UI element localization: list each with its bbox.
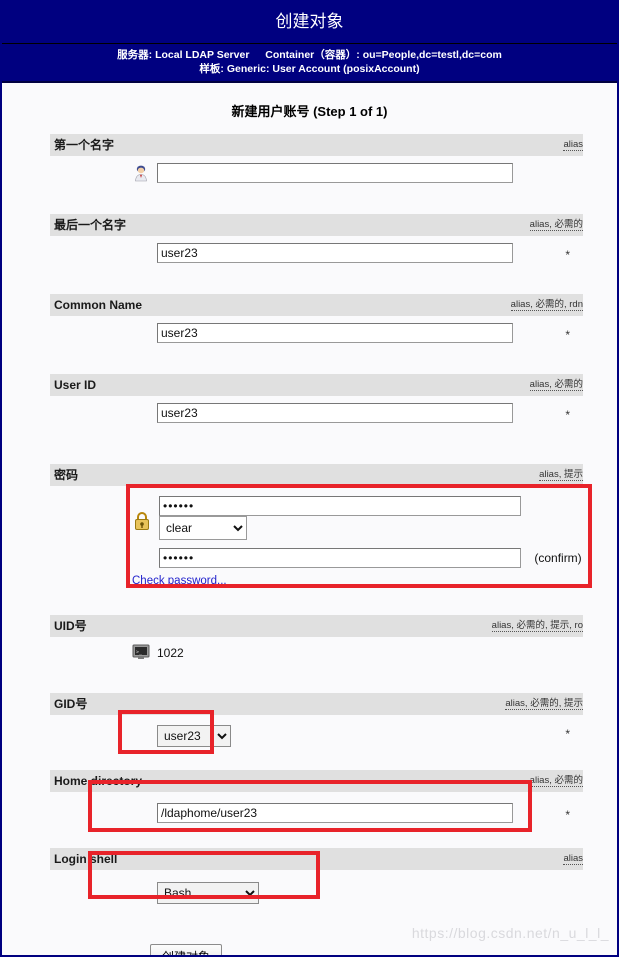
spacer-icon xyxy=(132,727,150,745)
field-header: 密码 alias, 提示 xyxy=(50,464,583,486)
create-object-button[interactable]: 创建对象 xyxy=(150,944,223,955)
field-login-shell: Login shell alias Bash xyxy=(50,848,583,928)
field-hints: alias, 必需的 xyxy=(529,379,583,391)
terminal-icon: >_ xyxy=(132,644,150,662)
user-icon xyxy=(132,164,150,182)
watermark: https://blog.csdn.net/n_u_l_l_ xyxy=(411,925,609,941)
create-object-page: 创建对象 服务器: Local LDAP Server Container（容器… xyxy=(0,0,619,957)
password-confirm-input[interactable] xyxy=(159,548,521,568)
field-label: 密码 xyxy=(54,468,79,482)
field-label: Common Name xyxy=(54,298,143,312)
confirm-label: (confirm) xyxy=(534,551,582,565)
page-title: 创建对象 xyxy=(2,0,617,44)
check-password-link[interactable]: Check password... xyxy=(50,572,583,587)
field-hints: alias, 必需的 xyxy=(529,219,583,231)
field-value-row: * xyxy=(50,792,583,848)
server-label: 服务器: xyxy=(117,49,153,61)
context-line-server: 服务器: Local LDAP Server Container（容器）: ou… xyxy=(2,48,617,62)
field-hints: alias xyxy=(563,139,583,151)
field-last-name: 最后一个名字 alias, 必需的 * xyxy=(50,214,583,284)
field-gid-number: GID号 alias, 必需的, 提示 user23 * xyxy=(50,693,583,766)
spacer-icon xyxy=(132,324,150,342)
user-id-input[interactable] xyxy=(157,403,513,423)
field-hints: alias, 必需的 xyxy=(529,775,583,787)
field-header: 第一个名字 alias xyxy=(50,134,583,156)
required-marker: * xyxy=(565,408,570,422)
first-name-input[interactable] xyxy=(157,163,513,183)
uid-number-value: 1022 xyxy=(157,646,184,660)
field-label: UID号 xyxy=(54,619,87,633)
last-name-input[interactable] xyxy=(157,243,513,263)
field-value-row: * xyxy=(50,236,583,284)
container-label: Container（容器）: xyxy=(265,49,360,61)
required-marker: * xyxy=(565,248,570,262)
field-hints: alias, 必需的, rdn xyxy=(510,299,583,311)
template-label: 样板: xyxy=(199,63,224,75)
field-value-row: user23 * xyxy=(50,715,583,766)
svg-text:>_: >_ xyxy=(136,650,143,656)
form-title: 新建用户账号 (Step 1 of 1) xyxy=(231,104,388,119)
field-label: 第一个名字 xyxy=(54,138,115,152)
field-value-row: >_ 1022 xyxy=(50,637,583,685)
field-value-row: * xyxy=(50,316,583,364)
field-value-row xyxy=(50,156,583,204)
common-name-input[interactable] xyxy=(157,323,513,343)
login-shell-select[interactable]: Bash xyxy=(157,882,259,904)
field-header: User ID alias, 必需的 xyxy=(50,374,583,396)
field-value-row: * xyxy=(50,396,583,444)
spacer-icon xyxy=(132,404,150,422)
lock-icon xyxy=(132,510,152,532)
template-value: Generic: User Account (posixAccount) xyxy=(226,63,420,75)
spacer-icon xyxy=(132,884,150,902)
field-header: GID号 alias, 必需的, 提示 xyxy=(50,693,583,715)
field-first-name: 第一个名字 alias xyxy=(50,134,583,204)
password-input[interactable] xyxy=(159,496,521,516)
context-line-template: 样板: Generic: User Account (posixAccount) xyxy=(2,62,617,76)
required-marker: * xyxy=(565,808,570,822)
field-hints: alias, 提示 xyxy=(539,469,583,481)
field-label: Login shell xyxy=(54,852,118,866)
server-value: Local LDAP Server xyxy=(155,49,250,61)
field-label: User ID xyxy=(54,378,97,392)
field-value-row: Bash xyxy=(50,870,583,928)
required-marker: * xyxy=(565,727,570,741)
field-label: 最后一个名字 xyxy=(54,218,127,232)
field-uid-number: UID号 alias, 必需的, 提示, ro >_ 1022 xyxy=(50,615,583,685)
spacer-icon xyxy=(132,804,150,822)
field-header: 最后一个名字 alias, 必需的 xyxy=(50,214,583,236)
password-encoding-select[interactable]: clear xyxy=(159,516,247,540)
field-home-directory: Home directory alias, 必需的 * xyxy=(50,770,583,848)
context-bar: 服务器: Local LDAP Server Container（容器）: ou… xyxy=(2,44,617,83)
field-hints: alias, 必需的, 提示 xyxy=(505,698,583,710)
field-label: GID号 xyxy=(54,697,88,711)
field-common-name: Common Name alias, 必需的, rdn * xyxy=(50,294,583,364)
required-marker: * xyxy=(565,328,570,342)
field-hints: alias xyxy=(563,853,583,865)
spacer-icon xyxy=(132,244,150,262)
field-header: Login shell alias xyxy=(50,848,583,870)
field-hints: alias, 必需的, 提示, ro xyxy=(491,620,583,632)
home-directory-input[interactable] xyxy=(157,803,513,823)
field-value-row: clear (confirm) xyxy=(50,486,583,572)
container-value: ou=People,dc=testl,dc=com xyxy=(362,49,502,61)
field-password: 密码 alias, 提示 clear xyxy=(50,464,583,587)
field-header: UID号 alias, 必需的, 提示, ro xyxy=(50,615,583,637)
gid-number-select[interactable]: user23 xyxy=(157,725,231,747)
field-user-id: User ID alias, 必需的 * xyxy=(50,374,583,444)
field-header: Home directory alias, 必需的 xyxy=(50,770,583,792)
field-label: Home directory xyxy=(54,774,143,788)
field-header: Common Name alias, 必需的, rdn xyxy=(50,294,583,316)
